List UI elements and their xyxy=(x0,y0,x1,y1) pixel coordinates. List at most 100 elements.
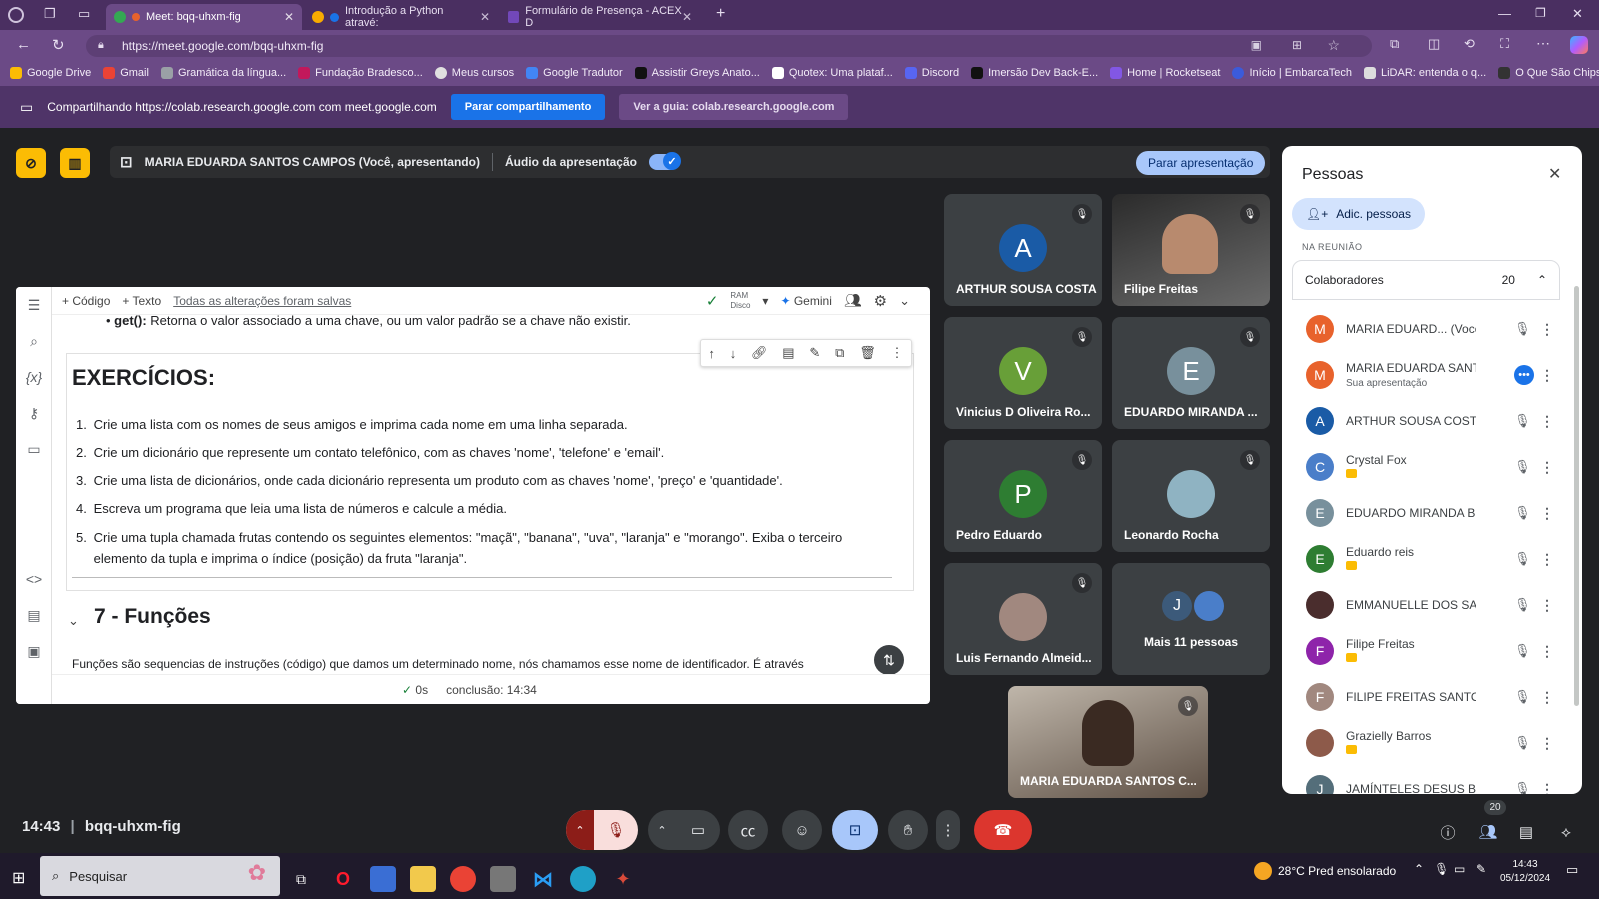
participant-tile[interactable]: 🎙︎ Leonardo Rocha xyxy=(1112,440,1270,552)
tab-actions-icon[interactable]: ▭ xyxy=(78,6,90,22)
meeting-details-icon[interactable]: ⓘ xyxy=(1438,822,1458,842)
camera-in-use-icon[interactable]: ▣ xyxy=(1251,38,1262,52)
presentation-audio-toggle[interactable] xyxy=(649,152,681,170)
muted-mic-icon[interactable]: 🎙︎ xyxy=(1514,597,1534,613)
show-hidden-icons-chevron-icon[interactable]: ⌃ xyxy=(1414,862,1424,876)
edge-icon[interactable] xyxy=(570,866,596,892)
bookmark-item[interactable]: Discord xyxy=(904,67,959,79)
participant-tile[interactable]: E 🎙︎ EDUARDO MIRANDA ... xyxy=(1112,317,1270,429)
stop-sharing-button[interactable]: Parar compartilhamento xyxy=(450,94,606,120)
bookmark-item[interactable]: Meus cursos xyxy=(434,67,514,79)
taskbar-search-input[interactable]: ⌕ Pesquisar ✿ xyxy=(40,856,280,896)
list-item[interactable]: M MARIA EDUARDA SANT... Sua apresentação … xyxy=(1292,352,1560,398)
workspaces-icon[interactable]: ❐ xyxy=(44,6,56,22)
layout-icon[interactable]: ▥ xyxy=(60,148,90,178)
lock-icon[interactable]: 🔒︎ xyxy=(98,39,104,52)
bookmark-item[interactable]: Home | Rocketseat xyxy=(1110,67,1220,79)
mic-muted-icon[interactable]: 🎙︎ xyxy=(594,821,638,839)
muted-mic-icon[interactable]: 🎙︎ xyxy=(1514,551,1534,567)
muted-mic-icon[interactable]: 🎙︎ xyxy=(1514,505,1534,521)
favorite-star-icon[interactable]: ☆ xyxy=(1327,37,1340,54)
edit-pencil-icon[interactable]: ✎ xyxy=(809,345,820,361)
app-icon[interactable]: ✦ xyxy=(610,866,636,892)
more-vert-icon[interactable]: ⋮ xyxy=(891,345,904,361)
back-icon[interactable]: ← xyxy=(16,36,31,53)
extensions-icon[interactable]: ⧉ xyxy=(1390,36,1399,52)
leave-call-icon[interactable]: ☎ xyxy=(974,810,1032,850)
bookmark-item[interactable]: Gramática da língua... xyxy=(160,67,286,79)
chat-icon[interactable]: ▤ xyxy=(1516,822,1536,842)
more-vert-icon[interactable]: ⋮ xyxy=(1534,459,1560,476)
profile-icon[interactable] xyxy=(8,7,24,23)
list-item[interactable]: F FILIPE FREITAS SANTOS 🎙︎ ⋮ xyxy=(1292,674,1560,720)
participant-tile[interactable]: V 🎙︎ Vinicius D Oliveira Ro... xyxy=(944,317,1102,429)
bookmark-item[interactable]: Google Drive xyxy=(10,67,91,79)
close-tab-icon[interactable]: ✕ xyxy=(284,10,294,24)
bookmark-item[interactable]: Imersão Dev Back-E... xyxy=(971,67,1098,79)
view-tab-button[interactable]: Ver a guia: colab.research.google.com xyxy=(619,94,849,120)
bookmark-item[interactable]: O Que São Chips de... xyxy=(1498,67,1599,79)
muted-mic-icon[interactable]: 🎙︎ xyxy=(1514,781,1534,794)
restore-icon[interactable]: ❐ xyxy=(1535,6,1546,20)
mic-control[interactable]: ⌃ 🎙︎ xyxy=(566,810,638,850)
more-vert-icon[interactable]: ⋮ xyxy=(1534,781,1560,795)
muted-mic-icon[interactable]: 🎙︎ xyxy=(1514,689,1534,705)
link-icon[interactable]: 🔗︎ xyxy=(751,345,768,361)
close-tab-icon[interactable]: ✕ xyxy=(480,10,490,24)
microphone-tray-icon[interactable]: 🎙︎ xyxy=(1434,862,1449,876)
variables-icon[interactable]: {x} xyxy=(16,365,52,389)
list-item[interactable]: J JAMÍNTELES DESUS BIB... 🎙︎ ⋮ xyxy=(1292,766,1560,794)
raise-hand-icon[interactable]: ✋︎ xyxy=(888,810,928,850)
move-down-icon[interactable]: ↓ xyxy=(730,346,737,361)
copilot-icon[interactable] xyxy=(1570,36,1588,54)
bookmark-item[interactable]: Gmail xyxy=(103,67,149,79)
url-field[interactable]: 🔒︎ https://meet.google.com/bqq-uhxm-fig … xyxy=(86,35,1372,57)
more-vert-icon[interactable]: ⋮ xyxy=(1534,413,1560,430)
windows-start-icon[interactable]: ⊞ xyxy=(12,868,25,888)
chevron-up-icon[interactable]: ⌃ xyxy=(1537,273,1547,287)
list-item[interactable]: EMMANUELLE DOS SA... 🎙︎ ⋮ xyxy=(1292,582,1560,628)
bookmark-item[interactable]: Fundação Bradesco... xyxy=(298,67,423,79)
install-app-icon[interactable]: ⊞ xyxy=(1292,38,1302,52)
camera-icon[interactable]: ▭ xyxy=(676,821,720,839)
more-options-icon[interactable]: ⋮ xyxy=(936,810,960,850)
section-collapse-chevron-icon[interactable]: ⌄ xyxy=(68,613,79,629)
runtime-dropdown-icon[interactable]: ▾ xyxy=(762,294,768,308)
add-code-button[interactable]: + Código xyxy=(62,294,110,308)
add-people-button[interactable]: 👤︎+ Adic. pessoas xyxy=(1292,198,1425,230)
save-status-link[interactable]: Todas as alterações foram salvas xyxy=(173,294,351,308)
files-folder-icon[interactable]: ▭ xyxy=(16,437,52,461)
bookmark-item[interactable]: Google Tradutor xyxy=(526,67,623,79)
camera-control[interactable]: ⌃ ▭ xyxy=(648,810,720,850)
list-item[interactable]: C Crystal Fox 🎙︎ ⋮ xyxy=(1292,444,1560,490)
mic-options-chevron-icon[interactable]: ⌃ xyxy=(566,810,594,850)
list-item[interactable]: E Eduardo reis 🎙︎ ⋮ xyxy=(1292,536,1560,582)
bookmark-item[interactable]: LiDAR: entenda o q... xyxy=(1364,67,1486,79)
minimize-icon[interactable]: — xyxy=(1498,6,1511,21)
new-tab-icon[interactable]: + xyxy=(716,5,725,23)
app-icon[interactable] xyxy=(370,866,396,892)
pen-icon[interactable]: ✎ xyxy=(1476,862,1486,876)
more-vert-icon[interactable]: ⋮ xyxy=(1534,643,1560,660)
more-participants-tile[interactable]: J Mais 11 pessoas xyxy=(1112,563,1270,675)
screenshot-icon[interactable]: ⛶ xyxy=(1500,36,1509,52)
list-item[interactable]: Grazielly Barros 🎙︎ ⋮ xyxy=(1292,720,1560,766)
task-view-icon[interactable]: ⧉ xyxy=(288,866,314,892)
more-vert-icon[interactable]: ⋮ xyxy=(1534,367,1560,384)
muted-mic-icon[interactable]: 🎙︎ xyxy=(1514,459,1534,475)
present-screen-icon[interactable]: ⊡ xyxy=(832,810,878,850)
toc-icon[interactable]: ☰ xyxy=(16,293,52,317)
resource-meter[interactable]: RAM Disco xyxy=(730,291,750,311)
delete-trash-icon[interactable]: 🗑︎ xyxy=(859,345,876,361)
network-icon[interactable]: ▭ xyxy=(1454,862,1465,876)
bookmark-item[interactable]: Início | EmbarcaTech xyxy=(1232,67,1352,79)
more-vert-icon[interactable]: ⋮ xyxy=(1534,505,1560,522)
tab-forms[interactable]: Formulário de Presença - ACEX D ✕ xyxy=(500,4,700,30)
vscode-icon[interactable]: ⋈ xyxy=(530,866,556,892)
more-vert-icon[interactable]: ⋮ xyxy=(1534,689,1560,706)
chrome-icon[interactable] xyxy=(450,866,476,892)
reload-icon[interactable]: ↻ xyxy=(52,36,65,54)
code-snippets-icon[interactable]: <> xyxy=(16,567,52,591)
taskbar-clock[interactable]: 14:43 05/12/2024 xyxy=(1498,858,1552,886)
add-text-button[interactable]: + Texto xyxy=(122,294,161,308)
